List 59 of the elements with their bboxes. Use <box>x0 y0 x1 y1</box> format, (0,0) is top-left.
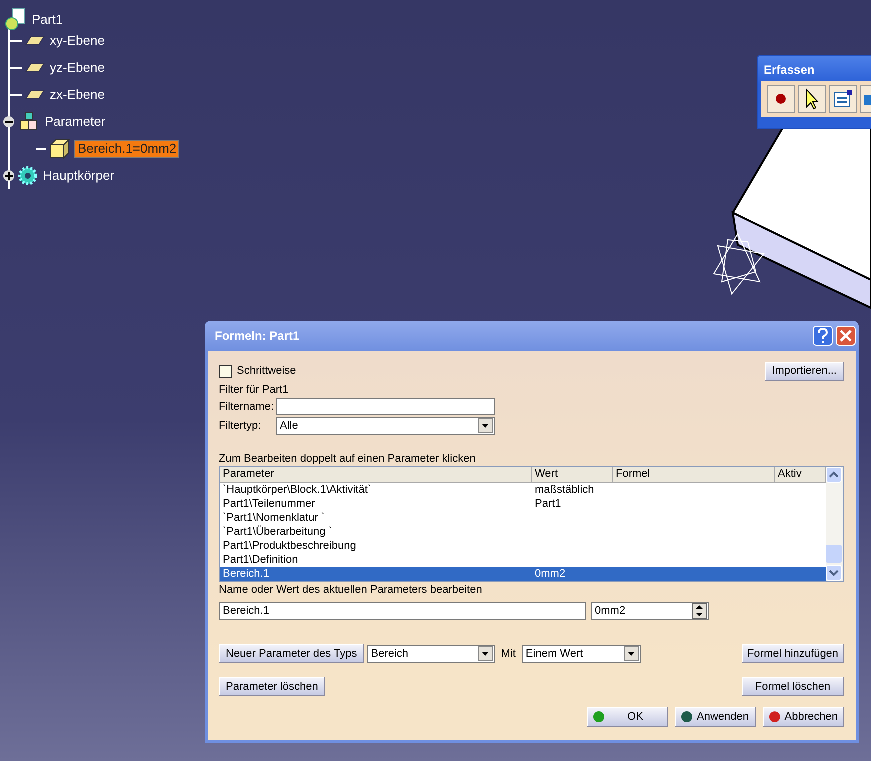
table-row[interactable]: Part1\Teilenummer Part1 <box>220 497 826 511</box>
tree-item[interactable]: Hauptkörper <box>41 167 117 184</box>
scroll-down-icon[interactable] <box>826 565 842 581</box>
table-row[interactable]: Part1\Definition <box>220 553 826 567</box>
dialog-button[interactable]: Anwenden <box>675 707 756 727</box>
with-label: Mit <box>500 648 517 660</box>
scroll-thumb[interactable] <box>826 545 842 563</box>
name-field[interactable]: Bereich.1 <box>219 602 586 620</box>
close-icon[interactable] <box>836 326 856 346</box>
scrollbar[interactable] <box>826 467 843 581</box>
filtertyp-dropdown[interactable]: Alle <box>276 416 495 434</box>
table-row[interactable]: Bereich.1 0mm2 <box>220 567 826 581</box>
scroll-up-icon[interactable] <box>826 467 842 483</box>
new-parameter-button[interactable]: Neuer Parameter des Typs <box>219 644 364 663</box>
spinner-arrows-icon[interactable] <box>692 603 707 619</box>
help-icon[interactable] <box>813 326 833 346</box>
tree-item[interactable]: Part1 <box>30 11 66 28</box>
filter-caption: Filter für Part1 <box>219 383 290 397</box>
type-dropdown[interactable]: Bereich <box>367 644 496 662</box>
column-header[interactable]: Wert <box>532 467 613 482</box>
checkbox-label: Schrittweise <box>237 365 296 377</box>
tree-item[interactable]: zx-Ebene <box>48 86 107 103</box>
field-label: Filtername: <box>219 400 276 412</box>
form-icon[interactable] <box>829 85 857 113</box>
checkbox[interactable] <box>219 364 232 378</box>
delete-parameter-button[interactable]: Parameter löschen <box>219 677 326 696</box>
cube-icon <box>49 138 71 160</box>
list-caption: Zum Bearbeiten doppelt auf einen Parameter klicken <box>219 452 477 466</box>
add-formula-button[interactable]: Formel hinzufügen <box>742 644 844 663</box>
table-row[interactable]: `Hauptkörper\Block.1\Aktivität` maßstäblich <box>220 483 826 497</box>
tree-item[interactable]: Parameter <box>43 113 108 130</box>
table-row[interactable]: `Part1\Überarbeitung ` <box>220 525 826 539</box>
value-spinner[interactable]: 0mm2 <box>591 602 709 620</box>
plane-icon <box>25 90 45 100</box>
toolbar-title: Erfassen <box>763 62 816 79</box>
record-icon[interactable] <box>767 85 795 113</box>
expand-icon[interactable] <box>3 170 15 182</box>
delete-formula-button[interactable]: Formel löschen <box>742 677 844 696</box>
import-button[interactable]: Importieren... <box>765 362 844 380</box>
plane-icon <box>25 36 45 46</box>
collapse-icon[interactable] <box>3 116 15 128</box>
column-header[interactable]: Formel <box>613 467 775 482</box>
gear-icon <box>18 166 38 186</box>
dialog-button[interactable]: OK <box>587 707 668 727</box>
blocks-icon <box>18 112 40 132</box>
dialog-button[interactable]: Abbrechen <box>763 707 844 727</box>
tree-item[interactable]: xy-Ebene <box>48 32 107 49</box>
tree-item[interactable]: yz-Ebene <box>48 59 107 76</box>
plane-icon <box>25 62 45 72</box>
table-row[interactable]: `Part1\Nomenklatur ` <box>220 511 826 525</box>
table-row[interactable]: Part1\Produktbeschreibung <box>220 539 826 553</box>
tree-item[interactable]: Bereich.1=0mm2 <box>74 140 179 158</box>
column-header[interactable]: Parameter <box>220 467 532 482</box>
dialog-title: Formeln: Part1 <box>215 329 301 343</box>
cursor-icon[interactable] <box>798 85 826 113</box>
field-label: Filtertyp: <box>219 420 262 432</box>
value-mode-dropdown[interactable]: Einem Wert <box>522 644 641 662</box>
edit-caption: Name oder Wert des aktuellen Parameters bearbeiten <box>219 583 484 597</box>
filtername-field[interactable] <box>276 398 495 415</box>
